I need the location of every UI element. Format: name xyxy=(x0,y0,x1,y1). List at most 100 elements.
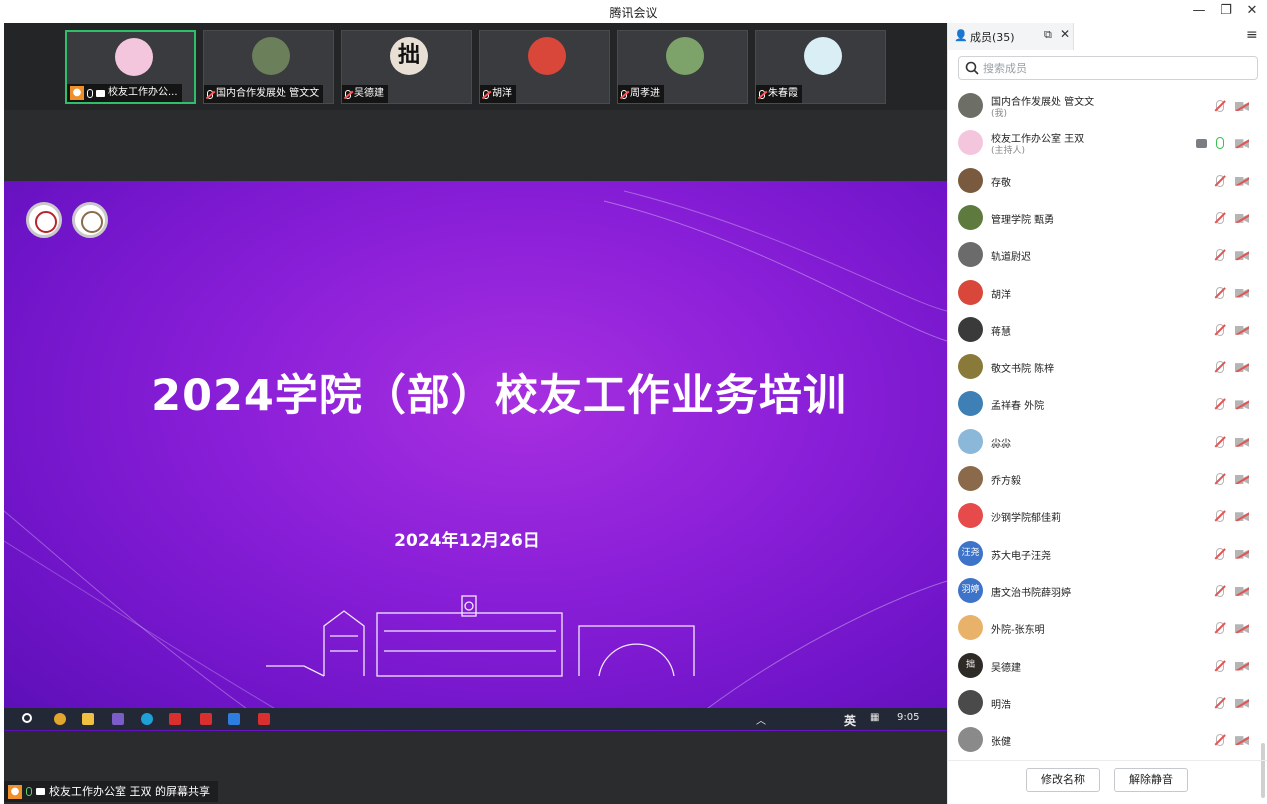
mic-muted-icon[interactable] xyxy=(1216,435,1224,448)
thumbnail-name: 国内合作发展处 管文文 xyxy=(216,88,320,99)
menu-icon[interactable]: ≡ xyxy=(1246,27,1258,43)
camera-off-icon[interactable] xyxy=(1235,400,1249,410)
tab-members-label: 成员(35) xyxy=(970,31,1015,44)
camera-off-icon[interactable] xyxy=(1235,102,1249,111)
panel-footer: 修改名称 解除静音 xyxy=(948,760,1267,804)
member-row[interactable]: 存敬 xyxy=(948,162,1260,199)
thumbnail-name: 校友工作办公... xyxy=(108,87,178,98)
minimize-button[interactable]: — xyxy=(1187,2,1211,20)
member-avatar xyxy=(958,167,983,193)
slide-title: 2024学院（部）校友工作业务培训 xyxy=(151,371,847,421)
member-avatar: 汪尧 xyxy=(958,540,983,566)
tab-members[interactable]: 👤 成员(35) ⧉ ✕ xyxy=(948,23,1074,50)
member-avatar xyxy=(958,242,983,268)
member-row[interactable]: 汪尧 苏大电子汪尧 xyxy=(948,535,1260,572)
member-row[interactable]: 孟祥春 外院 xyxy=(948,385,1260,422)
mic-muted-icon[interactable] xyxy=(1216,100,1224,112)
mic-muted-icon[interactable] xyxy=(1216,398,1224,411)
mic-muted-icon[interactable] xyxy=(1216,622,1224,635)
mic-muted-icon[interactable] xyxy=(1216,696,1224,709)
video-thumbnail[interactable]: ● 校友工作办公... xyxy=(65,30,196,104)
screen-share-icon xyxy=(96,89,105,97)
mic-muted-icon[interactable] xyxy=(1216,286,1224,299)
member-name: 存敬 xyxy=(991,177,1011,189)
video-thumbnail[interactable]: 国内合作发展处 管文文 xyxy=(203,30,334,104)
mic-muted-icon xyxy=(621,89,627,99)
camera-off-icon[interactable] xyxy=(1235,213,1249,223)
rename-button[interactable]: 修改名称 xyxy=(1026,768,1100,792)
mic-muted-icon[interactable] xyxy=(1216,584,1224,597)
member-avatar xyxy=(958,316,983,342)
camera-off-icon[interactable] xyxy=(1235,325,1249,335)
member-row[interactable]: 张健 xyxy=(948,721,1260,757)
member-row[interactable]: 轨道尉迟 xyxy=(948,236,1260,273)
member-avatar: 羽婷 xyxy=(958,577,983,603)
unmute-button[interactable]: 解除静音 xyxy=(1114,768,1188,792)
camera-off-icon[interactable] xyxy=(1235,288,1249,298)
participant-avatar: 拙 xyxy=(390,37,428,75)
video-thumbnail[interactable]: 周孝进 xyxy=(617,30,748,104)
camera-off-icon[interactable] xyxy=(1235,624,1249,634)
member-row[interactable]: 明浩 xyxy=(948,684,1260,721)
screen-share-icon xyxy=(36,788,45,795)
member-row[interactable]: 校友工作办公室 王双 (主持人) xyxy=(948,124,1260,161)
mic-muted-icon[interactable] xyxy=(1216,211,1224,224)
mic-muted-icon[interactable] xyxy=(1216,361,1224,374)
member-search[interactable] xyxy=(958,56,1258,80)
camera-off-icon[interactable] xyxy=(1235,512,1249,522)
video-thumbnail[interactable]: 胡洋 xyxy=(479,30,610,104)
thumbnail-label: 吴德建 xyxy=(342,85,388,103)
member-avatar xyxy=(958,279,983,305)
member-name: 管理学院 甄勇 xyxy=(991,214,1055,226)
camera-off-icon[interactable] xyxy=(1235,176,1249,186)
member-name: 明浩 xyxy=(991,699,1011,711)
camera-off-icon[interactable] xyxy=(1235,437,1249,447)
member-row[interactable]: 羽婷 唐文治书院薛羽婷 xyxy=(948,572,1260,609)
mic-muted-icon[interactable] xyxy=(1216,734,1224,747)
camera-off-icon[interactable] xyxy=(1235,736,1249,746)
mic-muted-icon[interactable] xyxy=(1216,510,1224,523)
camera-off-icon[interactable] xyxy=(1235,475,1249,484)
mic-muted-icon[interactable] xyxy=(1216,547,1224,560)
tray-chevron-icon: ︿ xyxy=(756,716,766,727)
restore-button[interactable]: ❐ xyxy=(1214,2,1238,20)
member-row[interactable]: 国内合作发展处 管文文 (我) xyxy=(948,87,1260,124)
member-row[interactable]: 敬文书院 陈梓 xyxy=(948,348,1260,385)
mic-muted-icon[interactable] xyxy=(1216,174,1224,187)
camera-off-icon[interactable] xyxy=(1235,549,1249,559)
member-row[interactable]: 乔方毅 xyxy=(948,460,1260,497)
member-name: 胡洋 xyxy=(991,289,1011,301)
mic-muted-icon[interactable] xyxy=(1216,473,1224,485)
camera-off-icon[interactable] xyxy=(1235,251,1249,261)
member-row[interactable]: 外院-张东明 xyxy=(948,609,1260,646)
video-thumbnail[interactable]: 拙吴德建 xyxy=(341,30,472,104)
popout-icon[interactable]: ⧉ xyxy=(1044,28,1052,42)
close-window-button[interactable]: ✕ xyxy=(1240,2,1264,20)
member-avatar xyxy=(958,93,983,118)
mic-icon xyxy=(26,787,32,796)
camera-off-icon[interactable] xyxy=(1235,139,1249,149)
host-icon: ● xyxy=(70,86,84,100)
search-input[interactable] xyxy=(983,60,1243,76)
ime-indicator: 英 xyxy=(844,714,857,728)
mic-muted-icon[interactable] xyxy=(1216,323,1224,336)
member-row[interactable]: 蒋慧 xyxy=(948,311,1260,348)
close-panel-icon[interactable]: ✕ xyxy=(1060,27,1070,41)
member-row[interactable]: 沙钢学院郁佳莉 xyxy=(948,497,1260,534)
camera-off-icon[interactable] xyxy=(1235,363,1249,373)
member-name: 尛尛 xyxy=(991,438,1011,450)
participant-avatar xyxy=(115,38,153,76)
member-avatar xyxy=(958,503,983,529)
mic-muted-icon[interactable] xyxy=(1216,659,1224,672)
member-row[interactable]: 拙吴德建 xyxy=(948,647,1260,684)
mic-muted-icon[interactable] xyxy=(1216,249,1224,262)
wps-writer-icon xyxy=(200,713,212,725)
camera-off-icon[interactable] xyxy=(1235,661,1249,671)
video-thumbnail[interactable]: 朱春霞 xyxy=(755,30,886,104)
member-row[interactable]: 尛尛 xyxy=(948,423,1260,460)
member-row[interactable]: 胡洋 xyxy=(948,274,1260,311)
camera-off-icon[interactable] xyxy=(1235,698,1249,708)
mic-icon[interactable] xyxy=(1216,137,1224,150)
member-row[interactable]: 管理学院 甄勇 xyxy=(948,199,1260,236)
camera-off-icon[interactable] xyxy=(1235,586,1249,596)
